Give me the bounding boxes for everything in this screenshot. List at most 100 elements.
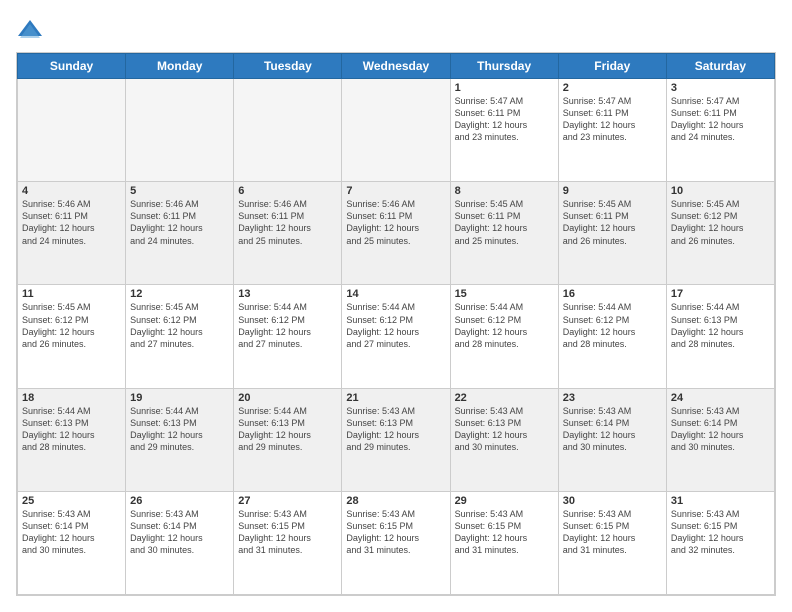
day-info: Sunrise: 5:43 AM Sunset: 6:15 PM Dayligh… — [671, 508, 770, 557]
day-number: 31 — [671, 495, 770, 507]
day-number: 20 — [238, 392, 337, 404]
logo-icon — [16, 16, 44, 44]
calendar-week-3: 11Sunrise: 5:45 AM Sunset: 6:12 PM Dayli… — [18, 285, 775, 388]
header — [16, 16, 776, 44]
day-cell — [18, 79, 126, 182]
calendar: SundayMondayTuesdayWednesdayThursdayFrid… — [16, 52, 776, 596]
day-cell: 23Sunrise: 5:43 AM Sunset: 6:14 PM Dayli… — [558, 388, 666, 491]
day-info: Sunrise: 5:44 AM Sunset: 6:12 PM Dayligh… — [238, 301, 337, 350]
day-cell: 19Sunrise: 5:44 AM Sunset: 6:13 PM Dayli… — [126, 388, 234, 491]
day-info: Sunrise: 5:43 AM Sunset: 6:13 PM Dayligh… — [346, 405, 445, 454]
day-number: 25 — [22, 495, 121, 507]
day-cell: 14Sunrise: 5:44 AM Sunset: 6:12 PM Dayli… — [342, 285, 450, 388]
day-cell: 16Sunrise: 5:44 AM Sunset: 6:12 PM Dayli… — [558, 285, 666, 388]
calendar-week-4: 18Sunrise: 5:44 AM Sunset: 6:13 PM Dayli… — [18, 388, 775, 491]
day-info: Sunrise: 5:44 AM Sunset: 6:13 PM Dayligh… — [130, 405, 229, 454]
day-header-tuesday: Tuesday — [234, 54, 342, 79]
day-number: 15 — [455, 288, 554, 300]
logo — [16, 16, 48, 44]
day-cell: 27Sunrise: 5:43 AM Sunset: 6:15 PM Dayli… — [234, 491, 342, 594]
day-info: Sunrise: 5:45 AM Sunset: 6:12 PM Dayligh… — [671, 198, 770, 247]
day-number: 7 — [346, 185, 445, 197]
day-number: 14 — [346, 288, 445, 300]
day-number: 11 — [22, 288, 121, 300]
day-cell: 30Sunrise: 5:43 AM Sunset: 6:15 PM Dayli… — [558, 491, 666, 594]
day-cell: 20Sunrise: 5:44 AM Sunset: 6:13 PM Dayli… — [234, 388, 342, 491]
day-cell: 10Sunrise: 5:45 AM Sunset: 6:12 PM Dayli… — [666, 182, 774, 285]
day-number: 30 — [563, 495, 662, 507]
day-cell: 9Sunrise: 5:45 AM Sunset: 6:11 PM Daylig… — [558, 182, 666, 285]
day-number: 9 — [563, 185, 662, 197]
day-cell: 2Sunrise: 5:47 AM Sunset: 6:11 PM Daylig… — [558, 79, 666, 182]
day-header-thursday: Thursday — [450, 54, 558, 79]
day-number: 1 — [455, 82, 554, 94]
day-cell: 25Sunrise: 5:43 AM Sunset: 6:14 PM Dayli… — [18, 491, 126, 594]
calendar-week-1: 1Sunrise: 5:47 AM Sunset: 6:11 PM Daylig… — [18, 79, 775, 182]
day-cell: 12Sunrise: 5:45 AM Sunset: 6:12 PM Dayli… — [126, 285, 234, 388]
header-row: SundayMondayTuesdayWednesdayThursdayFrid… — [18, 54, 775, 79]
calendar-week-5: 25Sunrise: 5:43 AM Sunset: 6:14 PM Dayli… — [18, 491, 775, 594]
day-info: Sunrise: 5:46 AM Sunset: 6:11 PM Dayligh… — [22, 198, 121, 247]
day-cell: 1Sunrise: 5:47 AM Sunset: 6:11 PM Daylig… — [450, 79, 558, 182]
day-cell: 22Sunrise: 5:43 AM Sunset: 6:13 PM Dayli… — [450, 388, 558, 491]
day-cell: 26Sunrise: 5:43 AM Sunset: 6:14 PM Dayli… — [126, 491, 234, 594]
day-cell: 8Sunrise: 5:45 AM Sunset: 6:11 PM Daylig… — [450, 182, 558, 285]
day-info: Sunrise: 5:43 AM Sunset: 6:14 PM Dayligh… — [22, 508, 121, 557]
day-info: Sunrise: 5:43 AM Sunset: 6:14 PM Dayligh… — [671, 405, 770, 454]
day-info: Sunrise: 5:43 AM Sunset: 6:14 PM Dayligh… — [130, 508, 229, 557]
day-info: Sunrise: 5:47 AM Sunset: 6:11 PM Dayligh… — [563, 95, 662, 144]
day-header-saturday: Saturday — [666, 54, 774, 79]
day-cell: 3Sunrise: 5:47 AM Sunset: 6:11 PM Daylig… — [666, 79, 774, 182]
day-number: 8 — [455, 185, 554, 197]
day-number: 18 — [22, 392, 121, 404]
day-number: 17 — [671, 288, 770, 300]
day-number: 5 — [130, 185, 229, 197]
day-info: Sunrise: 5:44 AM Sunset: 6:13 PM Dayligh… — [238, 405, 337, 454]
day-number: 29 — [455, 495, 554, 507]
day-cell: 11Sunrise: 5:45 AM Sunset: 6:12 PM Dayli… — [18, 285, 126, 388]
day-header-friday: Friday — [558, 54, 666, 79]
day-number: 28 — [346, 495, 445, 507]
day-cell — [234, 79, 342, 182]
page: SundayMondayTuesdayWednesdayThursdayFrid… — [0, 0, 792, 612]
day-info: Sunrise: 5:45 AM Sunset: 6:12 PM Dayligh… — [130, 301, 229, 350]
day-info: Sunrise: 5:47 AM Sunset: 6:11 PM Dayligh… — [455, 95, 554, 144]
day-header-monday: Monday — [126, 54, 234, 79]
day-info: Sunrise: 5:43 AM Sunset: 6:13 PM Dayligh… — [455, 405, 554, 454]
day-number: 10 — [671, 185, 770, 197]
day-info: Sunrise: 5:45 AM Sunset: 6:12 PM Dayligh… — [22, 301, 121, 350]
day-number: 6 — [238, 185, 337, 197]
calendar-week-2: 4Sunrise: 5:46 AM Sunset: 6:11 PM Daylig… — [18, 182, 775, 285]
day-cell: 18Sunrise: 5:44 AM Sunset: 6:13 PM Dayli… — [18, 388, 126, 491]
day-number: 2 — [563, 82, 662, 94]
day-number: 3 — [671, 82, 770, 94]
day-info: Sunrise: 5:46 AM Sunset: 6:11 PM Dayligh… — [238, 198, 337, 247]
day-cell: 17Sunrise: 5:44 AM Sunset: 6:13 PM Dayli… — [666, 285, 774, 388]
day-cell: 5Sunrise: 5:46 AM Sunset: 6:11 PM Daylig… — [126, 182, 234, 285]
day-info: Sunrise: 5:46 AM Sunset: 6:11 PM Dayligh… — [130, 198, 229, 247]
day-cell: 21Sunrise: 5:43 AM Sunset: 6:13 PM Dayli… — [342, 388, 450, 491]
day-info: Sunrise: 5:44 AM Sunset: 6:12 PM Dayligh… — [455, 301, 554, 350]
day-info: Sunrise: 5:44 AM Sunset: 6:12 PM Dayligh… — [346, 301, 445, 350]
day-number: 26 — [130, 495, 229, 507]
calendar-body: 1Sunrise: 5:47 AM Sunset: 6:11 PM Daylig… — [18, 79, 775, 595]
day-number: 13 — [238, 288, 337, 300]
day-number: 23 — [563, 392, 662, 404]
day-cell: 4Sunrise: 5:46 AM Sunset: 6:11 PM Daylig… — [18, 182, 126, 285]
day-number: 19 — [130, 392, 229, 404]
day-info: Sunrise: 5:43 AM Sunset: 6:15 PM Dayligh… — [455, 508, 554, 557]
day-number: 27 — [238, 495, 337, 507]
day-info: Sunrise: 5:46 AM Sunset: 6:11 PM Dayligh… — [346, 198, 445, 247]
day-info: Sunrise: 5:43 AM Sunset: 6:15 PM Dayligh… — [238, 508, 337, 557]
day-number: 16 — [563, 288, 662, 300]
day-cell: 31Sunrise: 5:43 AM Sunset: 6:15 PM Dayli… — [666, 491, 774, 594]
day-cell: 15Sunrise: 5:44 AM Sunset: 6:12 PM Dayli… — [450, 285, 558, 388]
day-info: Sunrise: 5:44 AM Sunset: 6:13 PM Dayligh… — [22, 405, 121, 454]
day-cell — [126, 79, 234, 182]
day-cell: 28Sunrise: 5:43 AM Sunset: 6:15 PM Dayli… — [342, 491, 450, 594]
day-info: Sunrise: 5:44 AM Sunset: 6:12 PM Dayligh… — [563, 301, 662, 350]
day-header-sunday: Sunday — [18, 54, 126, 79]
calendar-header: SundayMondayTuesdayWednesdayThursdayFrid… — [18, 54, 775, 79]
day-cell: 24Sunrise: 5:43 AM Sunset: 6:14 PM Dayli… — [666, 388, 774, 491]
day-info: Sunrise: 5:45 AM Sunset: 6:11 PM Dayligh… — [563, 198, 662, 247]
